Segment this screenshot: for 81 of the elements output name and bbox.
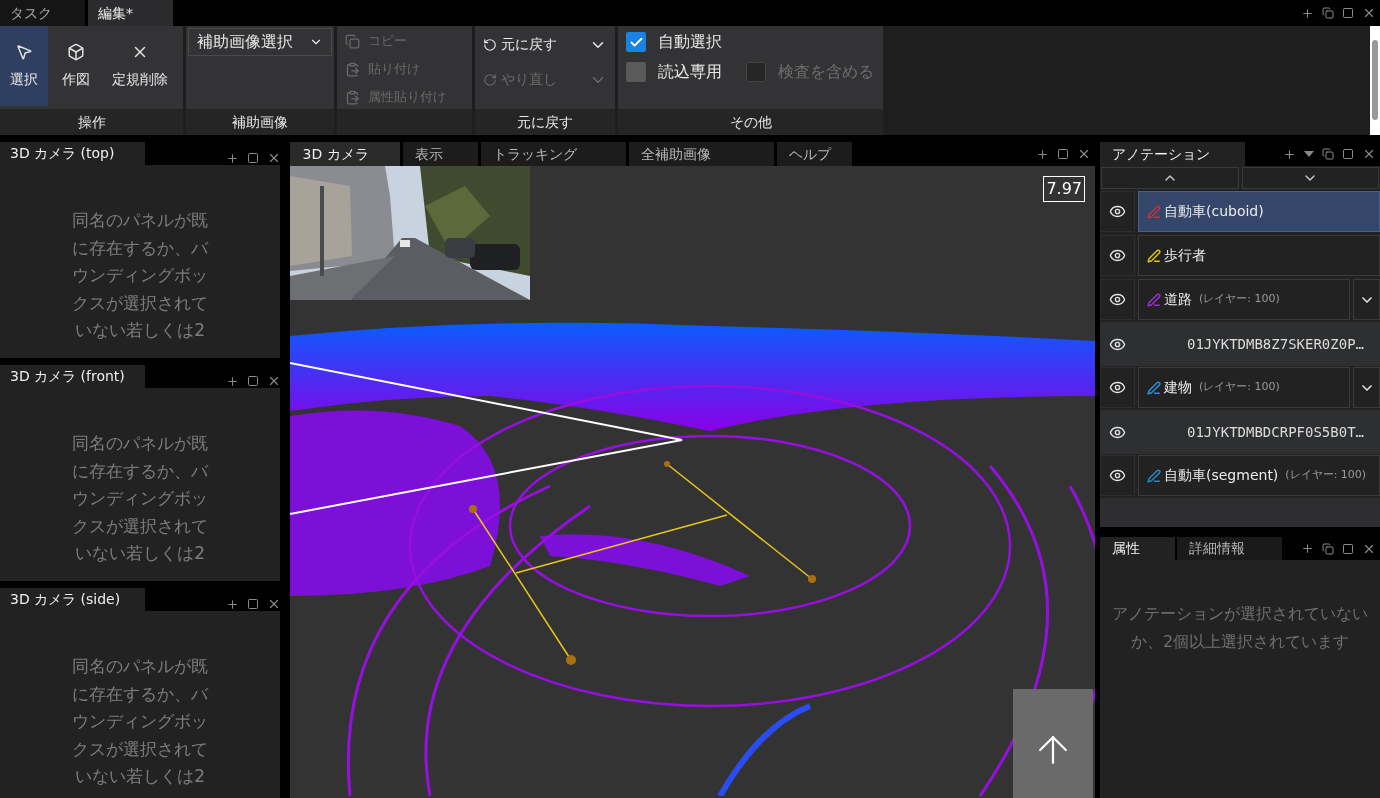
close-icon[interactable] — [1362, 147, 1376, 161]
view-tab[interactable]: 3D カメラ — [290, 142, 401, 166]
expand-button[interactable] — [1353, 367, 1380, 408]
visibility-toggle[interactable] — [1100, 279, 1135, 320]
scale-label: 7.97 — [1043, 176, 1085, 202]
view-tab[interactable]: ヘルプ — [777, 142, 853, 166]
instance-id: 01JYKTDMBDCRPF0S5B0T… — [1187, 422, 1364, 442]
panel-message: アノテーションが選択されていないか、2個以上選択されています — [1111, 603, 1369, 653]
copy-icon — [345, 33, 360, 49]
visibility-toggle[interactable] — [1100, 367, 1135, 408]
dropdown-icon[interactable] — [1304, 151, 1314, 157]
class-item[interactable]: 自動車(cuboid) — [1138, 191, 1380, 232]
group-label: その他 — [729, 112, 772, 132]
maximize-icon[interactable] — [1057, 148, 1069, 160]
visibility-toggle[interactable] — [1100, 235, 1135, 276]
undo-button[interactable]: 元に戻す — [483, 34, 557, 55]
maximize-icon[interactable] — [247, 598, 260, 610]
3d-viewport[interactable]: 7.97 — [290, 166, 1095, 798]
undo-icon — [483, 37, 497, 52]
cube-icon — [67, 42, 85, 61]
add-icon[interactable] — [1301, 542, 1314, 555]
maximize-icon[interactable] — [1342, 7, 1354, 19]
maximize-icon[interactable] — [247, 152, 260, 164]
add-icon[interactable] — [1301, 6, 1314, 20]
restore-icon[interactable] — [1322, 542, 1334, 555]
view-tab[interactable]: トラッキング — [481, 142, 627, 166]
eye-icon — [1109, 203, 1126, 220]
group-label: 元に戻す — [517, 112, 573, 132]
panel-message: 同名のパネルが既に存在するか、バウンディングボックスが選択されていない若しくは2 — [71, 655, 210, 788]
restore-icon[interactable] — [1322, 7, 1334, 19]
tool-button[interactable]: 作図 — [52, 26, 100, 106]
image-select-dropdown[interactable]: 補助画像選択 — [188, 28, 332, 56]
view-tab[interactable]: 表示 — [403, 142, 479, 166]
view-tab[interactable]: 全補助画像 — [629, 142, 775, 166]
top-tab[interactable]: 編集* — [88, 0, 173, 26]
checkbox[interactable] — [626, 32, 646, 52]
panel-tab[interactable]: 詳細情報 — [1177, 537, 1282, 560]
top-tab[interactable]: タスク — [0, 0, 85, 26]
add-icon[interactable] — [226, 597, 240, 611]
scrollbar[interactable] — [1370, 26, 1380, 135]
eye-icon — [1109, 291, 1126, 308]
checkbox-label: 読込専用 — [658, 61, 722, 83]
maximize-icon[interactable] — [247, 375, 260, 387]
group-label: 補助画像 — [232, 112, 288, 132]
clipboard-icon — [345, 61, 360, 77]
maximize-icon[interactable] — [1342, 542, 1354, 555]
checkbox[interactable] — [626, 62, 646, 82]
add-icon[interactable] — [226, 374, 240, 388]
group-label: 操作 — [77, 112, 106, 132]
add-icon[interactable] — [1036, 147, 1049, 161]
tool-button[interactable]: 定規削除 — [104, 26, 176, 106]
panel-tab[interactable]: 3D カメラ (top) — [0, 142, 145, 165]
add-icon[interactable] — [1283, 147, 1296, 161]
expand-button[interactable] — [1353, 279, 1380, 320]
visibility-toggle[interactable] — [1100, 191, 1135, 232]
eye-icon — [1109, 467, 1126, 484]
tool-button[interactable]: 選択 — [0, 26, 48, 106]
visibility-toggle[interactable] — [1100, 455, 1135, 496]
eye-icon — [1109, 247, 1126, 264]
panel-tab[interactable]: 3D カメラ (side) — [0, 588, 145, 611]
restore-icon[interactable] — [1322, 148, 1334, 160]
eye-icon — [1109, 379, 1126, 396]
panel-tab[interactable]: アノテーション — [1100, 142, 1245, 166]
checkbox-label: 自動選択 — [658, 31, 722, 53]
close-icon[interactable] — [1077, 147, 1091, 161]
class-item[interactable]: 建物 (レイヤー: 100) — [1138, 367, 1350, 408]
class-item[interactable]: 自動車(segment) (レイヤー: 100) — [1138, 455, 1380, 496]
close-icon[interactable] — [1362, 6, 1376, 20]
class-item[interactable]: 歩行者 — [1138, 235, 1380, 276]
maximize-icon[interactable] — [1342, 148, 1354, 160]
panel-tab[interactable]: 属性 — [1100, 537, 1175, 560]
redo-icon — [483, 72, 497, 87]
checkbox-label: 検査を含める — [778, 61, 874, 83]
class-item[interactable]: 道路 (レイヤー: 100) — [1138, 279, 1350, 320]
clipboard-icon — [345, 89, 360, 105]
panel-message: 同名のパネルが既に存在するか、バウンディングボックスが選択されていない若しくは2 — [71, 432, 210, 565]
panel-message: 同名のパネルが既に存在するか、バウンディングボックスが選択されていない若しくは2 — [71, 209, 210, 342]
panel-tab[interactable]: 3D カメラ (front) — [0, 365, 145, 388]
instance-id: 01JYKTDMB8Z7SKER0Z0P… — [1187, 334, 1364, 354]
add-icon[interactable] — [226, 151, 240, 165]
pointer-icon — [15, 42, 33, 61]
